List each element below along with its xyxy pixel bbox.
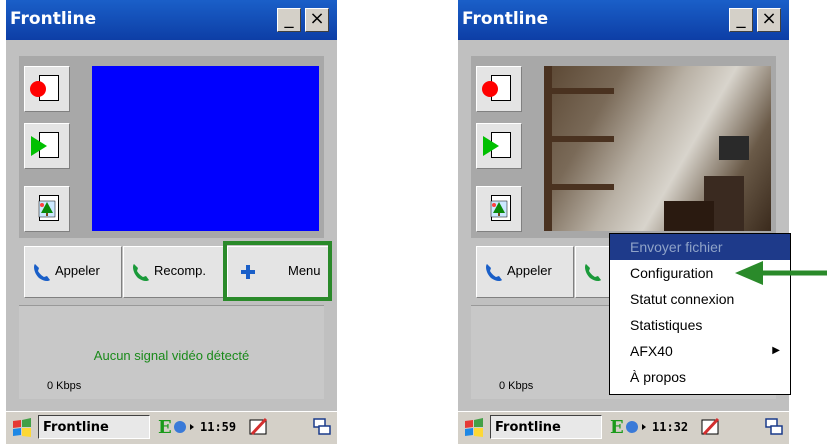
play-button[interactable] xyxy=(24,123,70,169)
menu-item-connection-status[interactable]: Statut connexion xyxy=(610,286,790,312)
call-label: Appeler xyxy=(507,263,552,278)
image-icon xyxy=(490,200,508,218)
record-icon xyxy=(30,81,46,97)
minimize-button[interactable]: _ xyxy=(729,8,753,32)
menu-item-statistics[interactable]: Statistiques xyxy=(610,312,790,338)
close-button[interactable]: × xyxy=(305,8,329,32)
no-signal-message: Aucun signal vidéo détecté xyxy=(93,348,250,363)
menu-item-about[interactable]: À propos xyxy=(610,364,790,390)
record-icon xyxy=(482,81,498,97)
context-menu: Envoyer fichier Configuration Statut con… xyxy=(609,233,791,395)
snapshot-button[interactable] xyxy=(24,186,70,232)
menu-item-send-file[interactable]: Envoyer fichier xyxy=(610,234,790,260)
left-device-screen: Frontline _ × Appeler Recomp. Menu Aucun… xyxy=(6,0,337,444)
menu-item-label: Statut connexion xyxy=(630,291,735,307)
window-title: Frontline xyxy=(462,9,549,29)
system-tray: E 11:32 xyxy=(610,415,750,441)
redial-icon xyxy=(133,264,149,282)
menu-item-label: Configuration xyxy=(630,265,714,281)
pen-input-icon[interactable] xyxy=(700,416,722,438)
status-panel: Aucun signal vidéo détecté 0 Kbps xyxy=(19,305,324,399)
menu-highlight xyxy=(223,241,332,301)
phone-icon xyxy=(486,264,502,282)
window-title: Frontline xyxy=(10,9,97,29)
video-feed xyxy=(544,66,771,231)
title-bar: Frontline _ × xyxy=(6,0,337,40)
call-label: Appeler xyxy=(55,263,100,278)
call-button[interactable]: Appeler xyxy=(24,246,122,298)
redial-label: Recomp. xyxy=(154,263,207,278)
windows-switch-icon[interactable] xyxy=(765,418,783,436)
edge-network-icon[interactable]: E xyxy=(158,415,198,439)
windows-start-icon[interactable] xyxy=(10,416,34,440)
menu-item-label: À propos xyxy=(630,369,687,385)
taskbar-app-button[interactable]: Frontline xyxy=(38,415,150,439)
minimize-button[interactable]: _ xyxy=(277,8,301,32)
snapshot-button[interactable] xyxy=(476,186,522,232)
play-icon xyxy=(483,136,499,156)
redial-icon xyxy=(585,264,601,282)
svg-text:E: E xyxy=(610,417,624,438)
taskbar: Frontline E 11:32 xyxy=(458,411,789,444)
pen-input-icon[interactable] xyxy=(248,416,270,438)
svg-text:E: E xyxy=(158,417,172,438)
taskbar-app-button[interactable]: Frontline xyxy=(490,415,602,439)
menu-item-label: Envoyer fichier xyxy=(630,239,723,255)
annotation-arrow xyxy=(735,261,827,285)
close-button[interactable]: × xyxy=(757,8,781,32)
taskbar-clock: 11:59 xyxy=(200,420,237,434)
bitrate-readout: 0 Kbps xyxy=(47,380,82,392)
image-icon xyxy=(38,200,56,218)
play-icon xyxy=(31,136,47,156)
windows-switch-icon[interactable] xyxy=(313,418,331,436)
system-tray: E 11:59 xyxy=(158,415,298,441)
play-button[interactable] xyxy=(476,123,522,169)
video-view xyxy=(92,66,319,231)
menu-item-afx40[interactable]: AFX40 ▶ xyxy=(610,338,790,364)
edge-network-icon[interactable]: E xyxy=(610,415,650,439)
submenu-arrow-icon: ▶ xyxy=(772,345,780,356)
record-button[interactable] xyxy=(476,66,522,112)
taskbar: Frontline E 11:59 xyxy=(6,411,337,444)
windows-start-icon[interactable] xyxy=(462,416,486,440)
bitrate-readout: 0 Kbps xyxy=(499,380,534,392)
redial-button[interactable]: Recomp. xyxy=(123,246,225,298)
menu-item-label: Statistiques xyxy=(630,317,703,333)
call-button[interactable]: Appeler xyxy=(476,246,574,298)
phone-icon xyxy=(34,264,50,282)
title-bar: Frontline _ × xyxy=(458,0,789,40)
menu-item-label: AFX40 xyxy=(630,343,673,359)
taskbar-clock: 11:32 xyxy=(652,420,689,434)
record-button[interactable] xyxy=(24,66,70,112)
